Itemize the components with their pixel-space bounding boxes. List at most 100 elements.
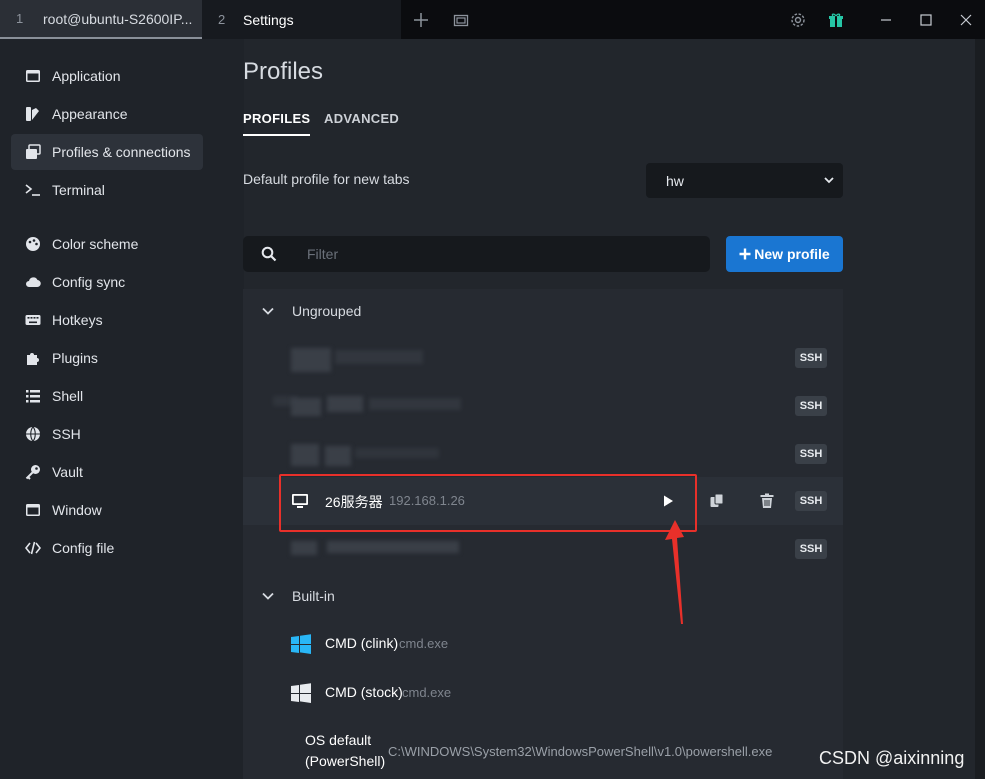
- sidebar-item-label: Color scheme: [52, 236, 139, 252]
- maximize-icon[interactable]: [915, 9, 937, 31]
- profile-row[interactable]: SSH: [243, 525, 843, 573]
- default-profile-select[interactable]: hw: [646, 163, 843, 198]
- redacted-content: [325, 446, 351, 466]
- tab-terminal-session[interactable]: 1 root@ubuntu-S2600IP...: [0, 0, 202, 39]
- annotation-highlight-box: [279, 474, 697, 532]
- plus-icon: [739, 248, 751, 260]
- palette-icon: [26, 107, 39, 121]
- sidebar-item-vault[interactable]: Vault: [11, 454, 203, 490]
- sidebar-item-label: Vault: [52, 464, 83, 480]
- code-icon: [25, 541, 41, 555]
- chevron-down-icon: [262, 307, 274, 315]
- sidebar-item-label: SSH: [52, 426, 81, 442]
- group-header-builtin[interactable]: Built-in: [243, 574, 843, 618]
- sidebar-item-window[interactable]: Window: [11, 492, 203, 528]
- settings-sidebar: Application Appearance Profiles & connec…: [0, 39, 244, 779]
- sidebar-item-label: Plugins: [52, 350, 98, 366]
- minimize-icon[interactable]: [875, 9, 897, 31]
- globe-icon: [26, 426, 40, 442]
- sidebar-item-ssh[interactable]: SSH: [11, 416, 203, 452]
- windows-logo-icon: [291, 683, 311, 703]
- tab-settings[interactable]: 2 Settings: [202, 0, 401, 39]
- new-tab-icon[interactable]: [410, 9, 432, 31]
- tab-number: 1: [16, 11, 24, 26]
- profile-row-cmd-clink[interactable]: CMD (clink) cmd.exe: [243, 620, 843, 668]
- new-profile-button[interactable]: New profile: [726, 236, 843, 272]
- sidebar-item-label: Profiles & connections: [52, 144, 191, 160]
- chevron-down-icon: [262, 592, 274, 600]
- sidebar-item-appearance[interactable]: Appearance: [11, 96, 203, 132]
- gift-icon[interactable]: [825, 9, 847, 31]
- annotation-arrow-icon: [665, 520, 684, 624]
- new-profile-label: New profile: [754, 246, 830, 262]
- tab-profiles[interactable]: PROFILES: [243, 111, 311, 136]
- profile-row-os-default[interactable]: OS default (PowerShell): [305, 730, 385, 772]
- redacted-content: [291, 444, 319, 466]
- tab-advanced[interactable]: ADVANCED: [324, 111, 399, 126]
- gear-icon[interactable]: [787, 9, 809, 31]
- profiles-menu-icon[interactable]: [450, 9, 472, 31]
- search-icon: [261, 246, 277, 262]
- profile-name: CMD (clink): [325, 635, 399, 651]
- sidebar-item-label: Config sync: [52, 274, 126, 290]
- ssh-badge: SSH: [795, 491, 827, 511]
- default-profile-label: Default profile for new tabs: [243, 171, 410, 187]
- ssh-badge: SSH: [795, 348, 827, 368]
- trash-icon[interactable]: [756, 490, 778, 512]
- redacted-content: [291, 398, 321, 416]
- keyboard-icon: [25, 315, 41, 325]
- sidebar-item-config-sync[interactable]: Config sync: [11, 264, 203, 300]
- redacted-content: [327, 396, 363, 412]
- puzzle-icon: [27, 353, 39, 365]
- group-label: Ungrouped: [292, 303, 362, 319]
- tab-label: root@ubuntu-S2600IP...: [43, 10, 193, 27]
- title-bar: 1 root@ubuntu-S2600IP... 2 Settings: [0, 0, 985, 39]
- duplicate-icon[interactable]: [706, 490, 728, 512]
- redacted-content: [291, 541, 317, 555]
- select-value: hw: [666, 172, 684, 189]
- window-icon: [26, 70, 40, 82]
- redacted-content: [369, 398, 461, 410]
- sidebar-item-profiles-connections[interactable]: Profiles & connections: [11, 134, 203, 170]
- profile-row[interactable]: SSH: [243, 430, 843, 478]
- terminal-prompt-icon: [25, 184, 40, 196]
- sidebar-item-config-file[interactable]: Config file: [11, 530, 203, 566]
- scrollbar[interactable]: [975, 39, 985, 779]
- profile-name-line2: (PowerShell): [305, 753, 386, 769]
- watermark-text: CSDN @aixinning: [819, 748, 965, 768]
- filter-field[interactable]: [243, 236, 710, 272]
- window-icon: [26, 504, 40, 516]
- profile-command: cmd.exe: [399, 636, 449, 651]
- windows-logo-icon: [291, 634, 311, 654]
- sidebar-item-application[interactable]: Application: [11, 58, 203, 94]
- sidebar-item-hotkeys[interactable]: Hotkeys: [11, 302, 203, 338]
- profile-row-cmd-stock[interactable]: CMD (stock) cmd.exe: [243, 669, 843, 717]
- ssh-badge: SSH: [795, 396, 827, 416]
- sidebar-item-shell[interactable]: Shell: [11, 378, 203, 414]
- sidebar-item-label: Application: [52, 68, 121, 84]
- redacted-content: [327, 541, 459, 553]
- palette-icon: [26, 237, 40, 251]
- profile-row[interactable]: SSH: [243, 334, 843, 382]
- sidebar-item-label: Config file: [52, 540, 115, 556]
- filter-input[interactable]: [307, 236, 687, 272]
- page-title: Profiles: [243, 58, 324, 85]
- chevron-down-icon: [824, 177, 834, 184]
- sidebar-item-terminal[interactable]: Terminal: [11, 172, 203, 208]
- cloud-icon: [26, 277, 41, 288]
- ssh-badge: SSH: [795, 444, 827, 464]
- sidebar-item-label: Appearance: [52, 106, 128, 122]
- sidebar-item-label: Terminal: [52, 182, 105, 198]
- redacted-content: [335, 350, 423, 364]
- redacted-content: [291, 348, 331, 372]
- key-icon: [25, 465, 40, 480]
- close-icon[interactable]: [955, 9, 977, 31]
- tab-label: Settings: [243, 11, 294, 28]
- sidebar-item-label: Hotkeys: [52, 312, 103, 328]
- sidebar-item-plugins[interactable]: Plugins: [11, 340, 203, 376]
- sidebar-item-color-scheme[interactable]: Color scheme: [11, 226, 203, 262]
- redacted-content: [355, 448, 439, 458]
- profile-row[interactable]: SSH: [243, 382, 843, 430]
- group-header-ungrouped[interactable]: Ungrouped: [243, 289, 843, 333]
- profile-name-line1: OS default: [305, 732, 372, 748]
